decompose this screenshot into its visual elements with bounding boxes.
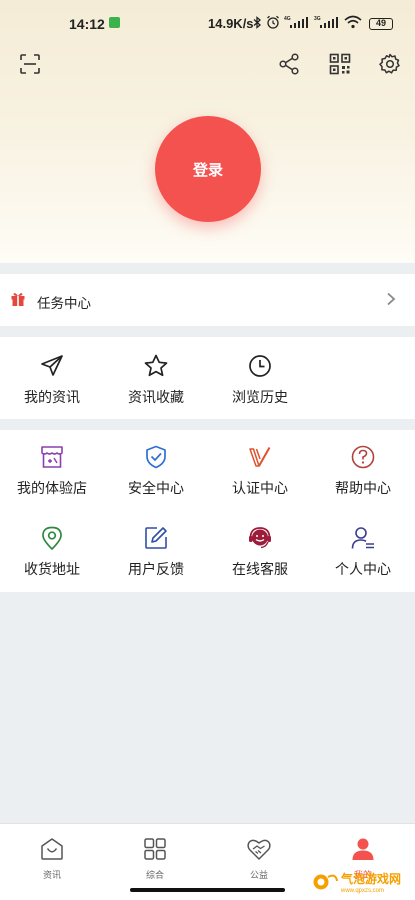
svg-text:4G: 4G: [284, 16, 291, 22]
service-shipping-address[interactable]: 收货地址: [0, 525, 104, 579]
svg-text:3G: 3G: [314, 16, 321, 22]
quick-link-label: 资讯收藏: [128, 389, 184, 405]
signal-3g-icon: 3G: [314, 16, 338, 28]
login-button[interactable]: 登录: [155, 116, 261, 222]
login-label: 登录: [192, 161, 223, 179]
chevron-right-icon: [387, 292, 396, 306]
service-security-center[interactable]: 安全中心: [104, 444, 208, 498]
shield-icon: [146, 445, 166, 469]
tab-news[interactable]: 资讯: [22, 836, 82, 881]
charity-icon: [247, 839, 271, 860]
store-icon: [41, 446, 63, 468]
bluetooth-icon: [253, 15, 261, 29]
send-icon: [41, 355, 63, 376]
quick-link-history[interactable]: 浏览历史: [208, 353, 312, 407]
tab-label: 资讯: [42, 870, 61, 880]
home-icon: [41, 838, 63, 860]
grid-icon: [144, 838, 166, 860]
watermark-text: 气泡游戏网: [341, 872, 402, 886]
quick-link-my-news[interactable]: 我的资讯: [0, 353, 104, 407]
quick-link-label: 我的资讯: [24, 389, 80, 405]
help-icon: [351, 445, 375, 469]
verify-icon: [249, 447, 271, 467]
service-personal-center[interactable]: 个人中心: [311, 525, 415, 579]
signal-4g-icon: 4G: [284, 16, 308, 28]
watermark: 气泡游戏网 www.qpxzs.com: [312, 867, 412, 897]
person-icon: [351, 527, 374, 549]
service-user-feedback[interactable]: 用户反馈: [104, 525, 208, 579]
task-center-row[interactable]: 任务中心: [0, 274, 415, 326]
gift-icon: [11, 293, 25, 306]
status-bar: 14:12 14.9K/s 4G 3G 49: [0, 0, 415, 44]
services-section: 我的体验店 安全中心 认证中心 帮助中心 收货地址 用户反馈 在线客服 个人中心: [0, 430, 415, 592]
service-label: 收货地址: [24, 561, 80, 577]
qrcode-icon[interactable]: [328, 52, 352, 76]
status-icons: 4G 3G: [253, 15, 362, 29]
feedback-icon: [145, 527, 167, 549]
wifi-icon: [344, 15, 362, 29]
status-time: 14:12: [69, 16, 105, 32]
battery-indicator: 49: [369, 18, 393, 30]
tab-charity[interactable]: 公益: [229, 836, 289, 881]
gear-icon[interactable]: [378, 52, 402, 76]
person-icon: [352, 838, 374, 860]
location-icon: [42, 526, 62, 550]
task-center-label: 任务中心: [37, 296, 91, 311]
watermark-logo-icon: [313, 874, 338, 890]
tab-general[interactable]: 综合: [125, 836, 185, 881]
service-label: 用户反馈: [128, 561, 184, 577]
service-verification-center[interactable]: 认证中心: [208, 444, 312, 498]
share-icon[interactable]: [277, 52, 301, 76]
clock-icon: [249, 355, 271, 377]
quick-link-favorites[interactable]: 资讯收藏: [104, 353, 208, 407]
service-online-support[interactable]: 在线客服: [208, 525, 312, 579]
service-label: 个人中心: [335, 561, 391, 577]
service-label: 帮助中心: [335, 480, 391, 496]
scan-icon[interactable]: [18, 52, 42, 76]
profile-header: 14:12 14.9K/s 4G 3G 49 登录: [0, 0, 415, 263]
star-icon: [144, 354, 168, 377]
service-help-center[interactable]: 帮助中心: [311, 444, 415, 498]
app-notification-icon: [109, 17, 120, 28]
service-label: 我的体验店: [17, 480, 87, 496]
service-my-store[interactable]: 我的体验店: [0, 444, 104, 498]
quick-links-section: 我的资讯 资讯收藏 浏览历史: [0, 337, 415, 419]
service-label: 在线客服: [232, 561, 288, 577]
service-label: 安全中心: [128, 480, 184, 496]
headset-icon: [249, 527, 271, 549]
alarm-icon: [267, 15, 279, 29]
tab-label: 综合: [145, 870, 164, 880]
service-label: 认证中心: [232, 480, 288, 496]
tab-label: 公益: [249, 870, 268, 880]
network-speed: 14.9K/s: [208, 16, 254, 31]
quick-link-label: 浏览历史: [232, 389, 288, 405]
watermark-url: www.qpxzs.com: [341, 888, 385, 894]
home-indicator: [130, 888, 285, 892]
